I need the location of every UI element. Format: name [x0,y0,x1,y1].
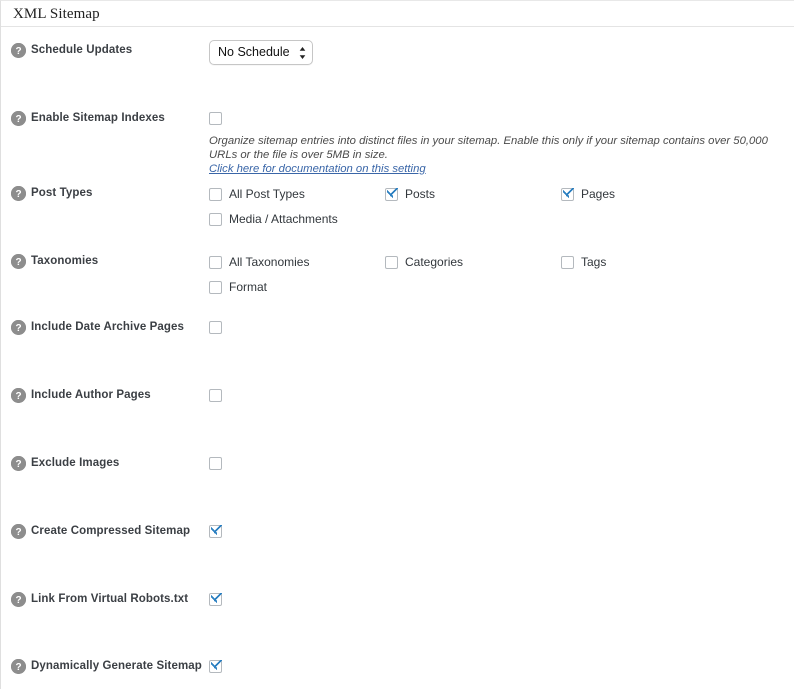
svg-text:?: ? [15,189,21,200]
checkbox-enable_sitemap_indexes[interactable] [209,112,222,125]
svg-text:?: ? [15,662,21,673]
checkbox-item[interactable]: Tags [561,255,606,269]
svg-text:?: ? [15,323,21,334]
checkbox-label: Categories [405,255,463,269]
row-label-schedule_updates: ? Schedule Updates [11,43,132,58]
row-label-include_author_pages: ? Include Author Pages [11,388,151,403]
checkbox-include_date_archive_pages[interactable] [209,321,222,334]
checkbox-exclude_images[interactable] [209,457,222,470]
svg-text:?: ? [15,391,21,402]
row-label-text: Taxonomies [31,254,98,269]
checkbox-item[interactable]: All Taxonomies [209,255,309,269]
checkbox-label: Media / Attachments [229,212,338,226]
help-circle-icon[interactable]: ? [11,388,26,403]
checkbox-taxonomies-2[interactable] [561,256,574,269]
checkbox-label: Format [229,280,267,294]
description-enable_sitemap_indexes: Organize sitemap entries into distinct f… [209,135,774,177]
checkbox-item[interactable]: Posts [385,187,435,201]
checkbox-dynamically_generate_sitemap[interactable] [209,660,222,673]
svg-text:?: ? [15,46,21,57]
svg-text:?: ? [15,257,21,268]
description-text: Organize sitemap entries into distinct f… [209,135,768,161]
page-title: XML Sitemap [13,6,100,23]
row-label-create_compressed_sitemap: ? Create Compressed Sitemap [11,524,190,539]
help-circle-icon[interactable]: ? [11,186,26,201]
select-wrapper-schedule_updates: No ScheduleHourlyDailyWeeklyMonthly [209,40,313,65]
checkbox-label: Pages [581,187,615,201]
checkbox-post_types-2[interactable] [561,188,574,201]
field-schedule_updates: No ScheduleHourlyDailyWeeklyMonthly [209,40,313,65]
row-label-include_date_archive_pages: ? Include Date Archive Pages [11,320,184,335]
help-circle-icon[interactable]: ? [11,524,26,539]
checkbox-post_types-0[interactable] [209,188,222,201]
help-circle-icon[interactable]: ? [11,659,26,674]
help-circle-icon[interactable]: ? [11,111,26,126]
row-label-enable_sitemap_indexes: ? Enable Sitemap Indexes [11,111,165,126]
help-circle-icon[interactable]: ? [11,592,26,607]
documentation-link[interactable]: Click here for documentation on this set… [209,163,426,177]
checkbox-taxonomies-1[interactable] [385,256,398,269]
svg-text:?: ? [15,114,21,125]
row-label-text: Include Author Pages [31,388,151,403]
checkbox-item[interactable]: Format [209,280,267,294]
checkbox-item[interactable]: Categories [385,255,463,269]
checkbox-link_from_virtual_robots_txt[interactable] [209,593,222,606]
row-label-text: Create Compressed Sitemap [31,524,190,539]
row-label-text: Link From Virtual Robots.txt [31,592,188,607]
help-circle-icon[interactable]: ? [11,254,26,269]
checkbox-label: Tags [581,255,606,269]
row-label-text: Dynamically Generate Sitemap [31,659,202,674]
help-circle-icon[interactable]: ? [11,43,26,58]
row-label-dynamically_generate_sitemap: ? Dynamically Generate Sitemap [11,659,202,674]
help-circle-icon[interactable]: ? [11,456,26,471]
help-circle-icon[interactable]: ? [11,320,26,335]
checkbox-label: Posts [405,187,435,201]
checkbox-post_types-3[interactable] [209,213,222,226]
row-label-taxonomies: ? Taxonomies [11,254,98,269]
row-label-exclude_images: ? Exclude Images [11,456,119,471]
row-label-text: Schedule Updates [31,43,132,58]
row-label-text: Post Types [31,186,93,201]
svg-text:?: ? [15,459,21,470]
checkbox-create_compressed_sitemap[interactable] [209,525,222,538]
panel-header: XML Sitemap [1,1,794,27]
row-label-text: Include Date Archive Pages [31,320,184,335]
schedule-updates-select[interactable]: No ScheduleHourlyDailyWeeklyMonthly [209,40,313,65]
checkbox-item[interactable]: All Post Types [209,187,305,201]
row-label-post_types: ? Post Types [11,186,93,201]
checkbox-item[interactable]: Pages [561,187,615,201]
row-label-link_from_virtual_robots_txt: ? Link From Virtual Robots.txt [11,592,188,607]
svg-text:?: ? [15,595,21,606]
checkbox-taxonomies-3[interactable] [209,281,222,294]
checkbox-include_author_pages[interactable] [209,389,222,402]
checkbox-label: All Taxonomies [229,255,309,269]
row-label-text: Enable Sitemap Indexes [31,111,165,126]
row-label-text: Exclude Images [31,456,119,471]
checkbox-post_types-1[interactable] [385,188,398,201]
svg-text:?: ? [15,527,21,538]
checkbox-label: All Post Types [229,187,305,201]
checkbox-item[interactable]: Media / Attachments [209,212,338,226]
checkbox-taxonomies-0[interactable] [209,256,222,269]
xml-sitemap-panel: XML Sitemap ? Schedule Updates No Schedule… [0,0,794,689]
